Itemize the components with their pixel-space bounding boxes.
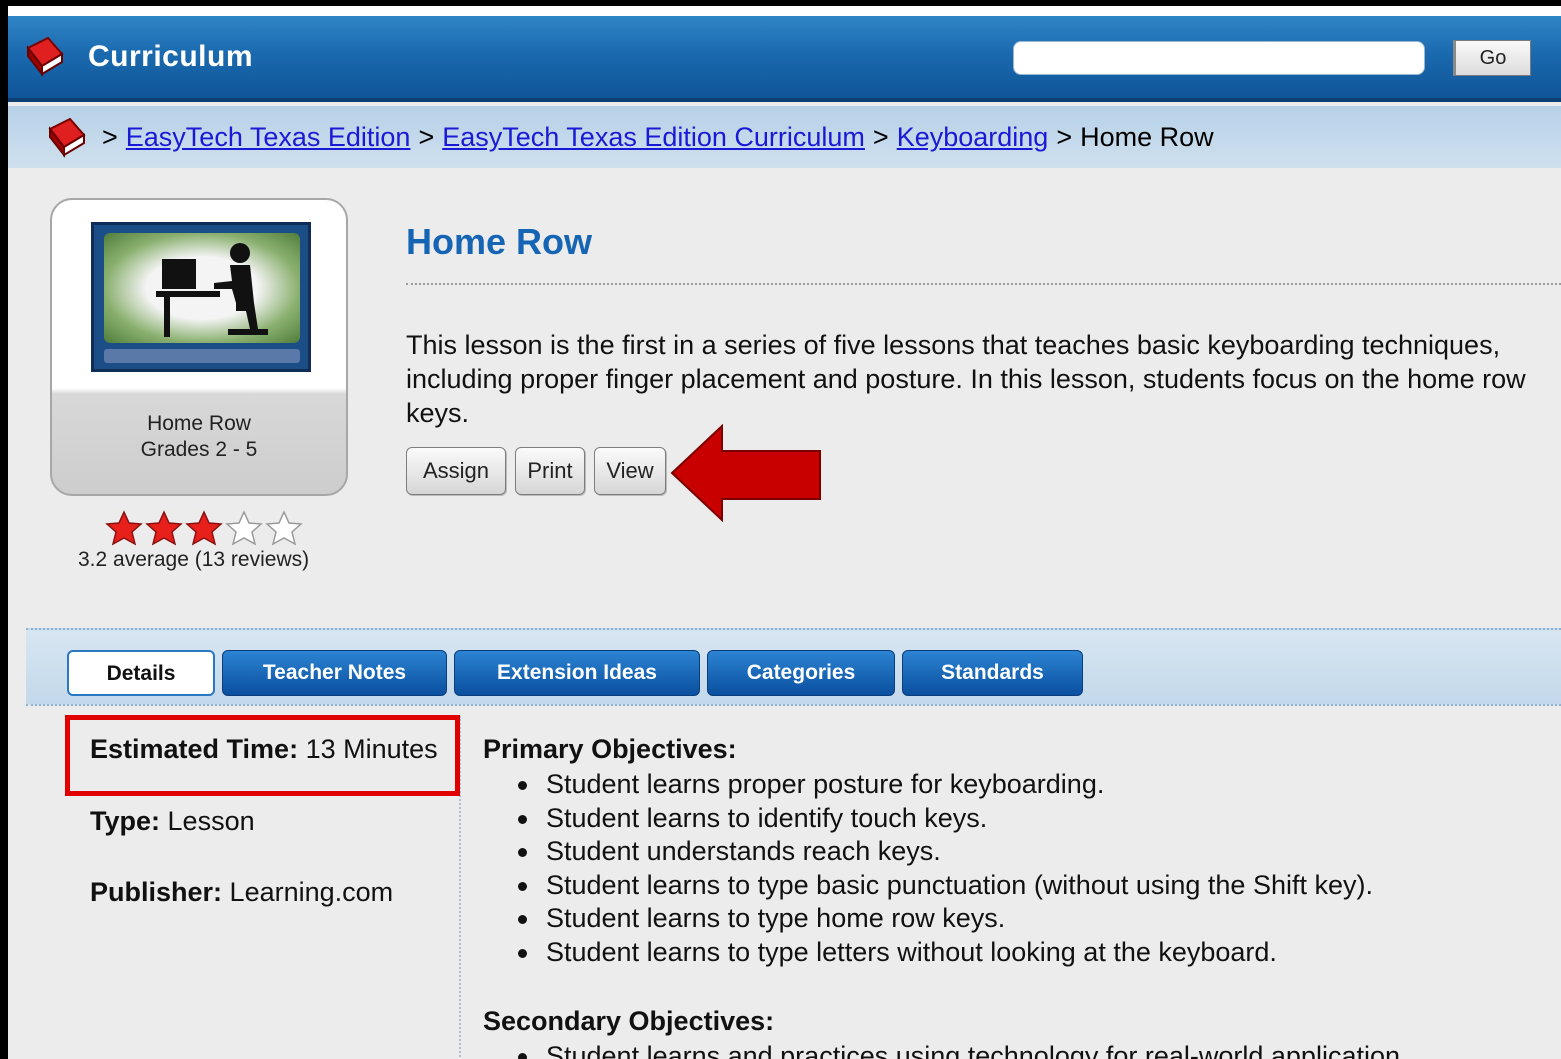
window-frame: Curriculum Go > EasyTech Texas Edition >…: [0, 0, 1561, 1059]
tab-standards[interactable]: Standards: [902, 650, 1083, 696]
breadcrumb-link-edition[interactable]: EasyTech Texas Edition: [126, 122, 411, 153]
header-bar: Curriculum Go: [8, 16, 1561, 102]
star-icon[interactable]: [185, 510, 223, 546]
view-button[interactable]: View: [594, 447, 666, 495]
star-empty-icon[interactable]: [265, 510, 303, 546]
breadcrumb-separator: >: [418, 121, 435, 152]
breadcrumb: > EasyTech Texas Edition > EasyTech Texa…: [8, 106, 1561, 168]
list-item: Student understands reach keys.: [518, 835, 1373, 869]
list-item: Student learns proper posture for keyboa…: [518, 768, 1373, 802]
search-input[interactable]: [1013, 41, 1425, 75]
lesson-type: Type: Lesson: [90, 806, 255, 837]
title-divider: [406, 283, 1561, 285]
tab-teacher-notes[interactable]: Teacher Notes: [222, 650, 447, 696]
page: Curriculum Go > EasyTech Texas Edition >…: [8, 11, 1561, 1059]
rating-stars[interactable]: [105, 510, 303, 546]
assign-button[interactable]: Assign: [406, 447, 506, 495]
list-item: Student learns to type basic punctuation…: [518, 869, 1373, 903]
star-icon[interactable]: [105, 510, 143, 546]
star-icon[interactable]: [145, 510, 183, 546]
primary-objectives-list: Student learns proper posture for keyboa…: [518, 768, 1373, 969]
lesson-title: Home Row: [406, 221, 593, 262]
computer-user-icon: [156, 243, 268, 337]
list-item: Student learns to identify touch keys.: [518, 802, 1373, 836]
lesson-description: This lesson is the first in a series of …: [406, 330, 1526, 428]
thumbnail-control-bar: [104, 349, 300, 363]
go-button[interactable]: Go: [1453, 40, 1531, 76]
publisher-value: Learning.com: [229, 877, 394, 907]
card-grades: Grades 2 - 5: [140, 438, 258, 461]
breadcrumb-link-curriculum[interactable]: EasyTech Texas Edition Curriculum: [442, 122, 865, 153]
card-title: Home Row: [147, 412, 251, 435]
tab-categories[interactable]: Categories: [707, 650, 895, 696]
tab-extension-ideas[interactable]: Extension Ideas: [454, 650, 700, 696]
breadcrumb-separator: >: [102, 121, 118, 152]
book-icon: [26, 36, 64, 77]
type-label: Type:: [90, 806, 161, 836]
list-item: Student learns to type home row keys.: [518, 902, 1373, 936]
book-icon: [48, 117, 86, 158]
publisher: Publisher: Learning.com: [90, 877, 393, 908]
lesson-thumbnail-image: [91, 222, 311, 372]
secondary-objectives-list: Student learns and practices using techn…: [518, 1040, 1408, 1059]
breadcrumb-link-keyboarding[interactable]: Keyboarding: [897, 122, 1049, 153]
red-highlight-annotation: [65, 715, 460, 796]
publisher-label: Publisher:: [90, 877, 223, 907]
breadcrumb-current: Home Row: [1080, 121, 1214, 152]
primary-objectives-heading: Primary Objectives:: [483, 734, 737, 764]
rating-summary: 3.2 average (13 reviews): [78, 548, 310, 571]
type-value: Lesson: [167, 806, 255, 836]
secondary-objectives-heading: Secondary Objectives:: [483, 1006, 775, 1036]
thumbnail-scene: [104, 233, 300, 343]
app-title: Curriculum: [88, 40, 254, 73]
breadcrumb-separator: >: [872, 121, 889, 152]
red-arrow-annotation: [670, 424, 821, 522]
breadcrumb-separator: >: [1056, 121, 1073, 152]
tab-details[interactable]: Details: [67, 650, 215, 696]
tabs-bar: Details Teacher Notes Extension Ideas Ca…: [26, 628, 1561, 706]
list-item: Student learns and practices using techn…: [518, 1040, 1408, 1059]
list-item: Student learns to type letters without l…: [518, 936, 1373, 970]
lesson-thumbnail-card[interactable]: Home Row Grades 2 - 5: [50, 198, 348, 496]
star-empty-icon[interactable]: [225, 510, 263, 546]
print-button[interactable]: Print: [515, 447, 585, 495]
